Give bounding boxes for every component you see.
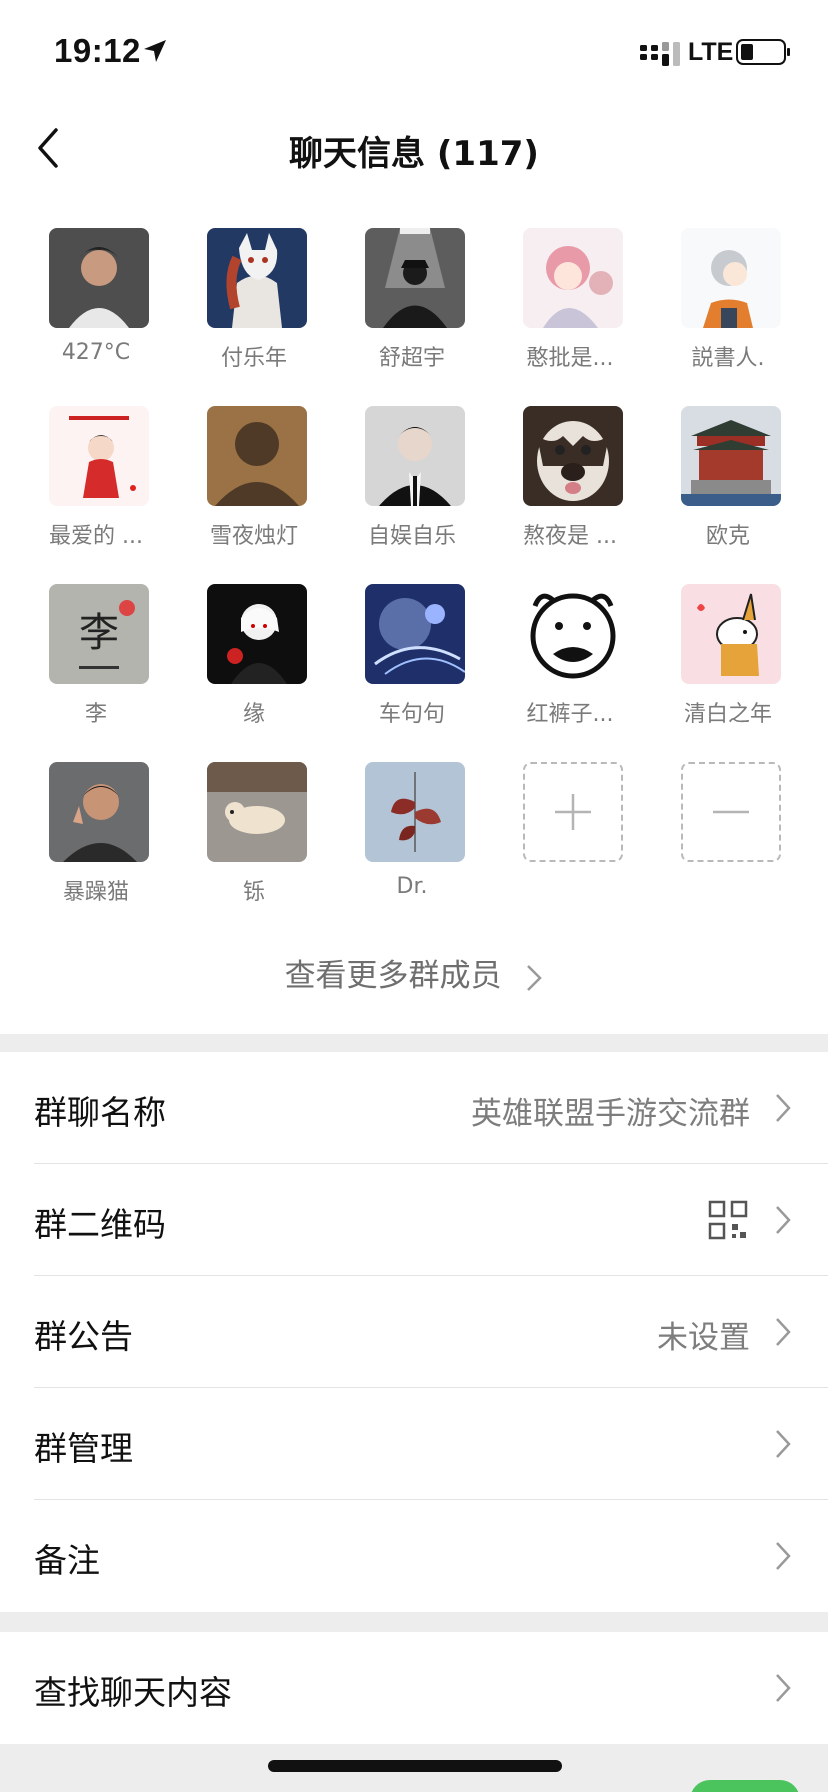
search-chat-history-label: 查找聊天内容 [34, 1673, 232, 1712]
home-indicator[interactable] [268, 1760, 562, 1772]
toggle-switch[interactable] [690, 1780, 800, 1792]
group-management-row[interactable]: 群管理 [0, 1388, 828, 1500]
member-name: 熬夜是 ... [523, 524, 617, 549]
member-name: 説書人. [691, 346, 765, 371]
member-name: 李 [84, 702, 107, 727]
member-item[interactable]: 暴躁猫 [36, 762, 156, 922]
group-name-row[interactable]: 群聊名称 英雄联盟手游交流群 [0, 1052, 828, 1164]
group-management-label: 群管理 [34, 1429, 133, 1468]
signal-icon [640, 42, 680, 66]
member-avatar[interactable] [523, 406, 623, 506]
add-member-button[interactable] [510, 762, 630, 922]
member-avatar[interactable]: 李 [49, 584, 149, 684]
member-item[interactable]: 欧克 [668, 406, 788, 566]
plus-icon [555, 794, 591, 830]
member-name: 暴躁猫 [62, 880, 129, 905]
member-avatar[interactable] [207, 228, 307, 328]
member-item[interactable]: 缘 [194, 584, 314, 744]
member-item[interactable]: 铄 [194, 762, 314, 922]
member-avatar[interactable] [681, 584, 781, 684]
member-item[interactable]: 红裤子... [510, 584, 630, 744]
minus-icon [713, 810, 749, 814]
member-item[interactable]: 车句句 [352, 584, 472, 744]
member-avatar[interactable] [681, 228, 781, 328]
member-name: 最爱的 ... [49, 524, 143, 549]
add-member-box[interactable] [523, 762, 623, 862]
chevron-right-icon [776, 1206, 791, 1234]
member-item[interactable]: 李 李 [36, 584, 156, 744]
member-item[interactable]: 最爱的 ... [36, 406, 156, 566]
member-avatar[interactable] [207, 406, 307, 506]
group-qr-code-row[interactable]: 群二维码 [0, 1164, 828, 1276]
remove-member-box[interactable] [681, 762, 781, 862]
group-name-label: 群聊名称 [34, 1093, 166, 1132]
member-name: 憨批是... [526, 346, 614, 371]
nav-bar: 聊天信息 (117) [0, 100, 828, 196]
battery-icon [736, 39, 790, 65]
group-announcement-row[interactable]: 群公告 未设置 [0, 1276, 828, 1388]
chevron-right-icon [527, 964, 543, 991]
member-item[interactable]: 舒超宇 [352, 228, 472, 388]
status-bar: 19:12 LTE [0, 0, 828, 100]
member-item[interactable]: 雪夜烛灯 [194, 406, 314, 566]
members-grid: 427°C 付乐年 舒超宇 憨批是... 説書人. 最爱的 ... 雪夜烛灯 自… [0, 196, 828, 1034]
group-settings-list: 群聊名称 英雄联盟手游交流群 群二维码 群公告 未设置 群管理 备注 [0, 1052, 828, 1612]
search-chat-history-section: 查找聊天内容 [0, 1632, 828, 1744]
member-avatar[interactable] [49, 406, 149, 506]
member-avatar[interactable] [365, 762, 465, 862]
location-arrow-icon [144, 40, 166, 62]
remove-member-button[interactable] [668, 762, 788, 922]
remark-row[interactable]: 备注 [0, 1500, 828, 1612]
member-name: 红裤子... [526, 702, 614, 727]
member-avatar[interactable] [523, 584, 623, 684]
view-more-members-link[interactable]: 查看更多群成员 [0, 950, 828, 995]
member-avatar[interactable] [207, 762, 307, 862]
chevron-right-icon [776, 1674, 791, 1702]
chat-info-screen: 19:12 LTE 聊天信息 (117) 427°C 付乐年 舒超宇 憨批是..… [0, 0, 828, 1792]
member-item[interactable]: 憨批是... [510, 228, 630, 388]
member-item[interactable]: 説書人. [668, 228, 788, 388]
member-name: 付乐年 [220, 346, 287, 371]
member-avatar[interactable] [365, 228, 465, 328]
member-item[interactable]: 熬夜是 ... [510, 406, 630, 566]
group-qr-code-label: 群二维码 [34, 1205, 166, 1244]
status-time: 19:12 [54, 32, 141, 69]
member-name: 清白之年 [683, 702, 772, 727]
member-avatar[interactable] [49, 762, 149, 862]
member-name: 雪夜烛灯 [209, 524, 298, 549]
group-name-value: 英雄联盟手游交流群 [471, 1096, 750, 1132]
group-announcement-label: 群公告 [34, 1317, 133, 1356]
member-name: 427°C [61, 340, 131, 365]
member-item[interactable]: 自娱自乐 [352, 406, 472, 566]
member-item[interactable]: 427°C [36, 228, 156, 388]
member-item[interactable]: Dr. [352, 762, 472, 922]
network-type: LTE [688, 38, 734, 66]
member-avatar[interactable] [681, 406, 781, 506]
member-name: 欧克 [705, 524, 750, 549]
qr-code-icon [708, 1200, 748, 1240]
member-avatar[interactable] [49, 228, 149, 328]
member-name: 车句句 [378, 702, 445, 727]
member-name: 缘 [242, 702, 265, 727]
member-name: 自娱自乐 [367, 524, 456, 549]
group-announcement-value: 未设置 [657, 1320, 750, 1356]
member-avatar[interactable] [523, 228, 623, 328]
svg-text:李: 李 [79, 610, 119, 656]
member-item[interactable]: 清白之年 [668, 584, 788, 744]
page-title: 聊天信息 (117) [289, 134, 539, 174]
chevron-right-icon [776, 1094, 791, 1122]
member-avatar[interactable] [365, 584, 465, 684]
chevron-right-icon [776, 1430, 791, 1458]
member-name: 舒超宇 [378, 346, 445, 371]
search-chat-history-row[interactable]: 查找聊天内容 [0, 1632, 828, 1744]
member-avatar[interactable] [207, 584, 307, 684]
member-name: 铄 [242, 880, 265, 905]
member-avatar[interactable] [365, 406, 465, 506]
member-item[interactable]: 付乐年 [194, 228, 314, 388]
member-name: Dr. [396, 874, 428, 899]
remark-label: 备注 [34, 1541, 100, 1580]
chevron-right-icon [776, 1542, 791, 1570]
view-more-members-label: 查看更多群成员 [284, 958, 502, 994]
chevron-right-icon [776, 1318, 791, 1346]
